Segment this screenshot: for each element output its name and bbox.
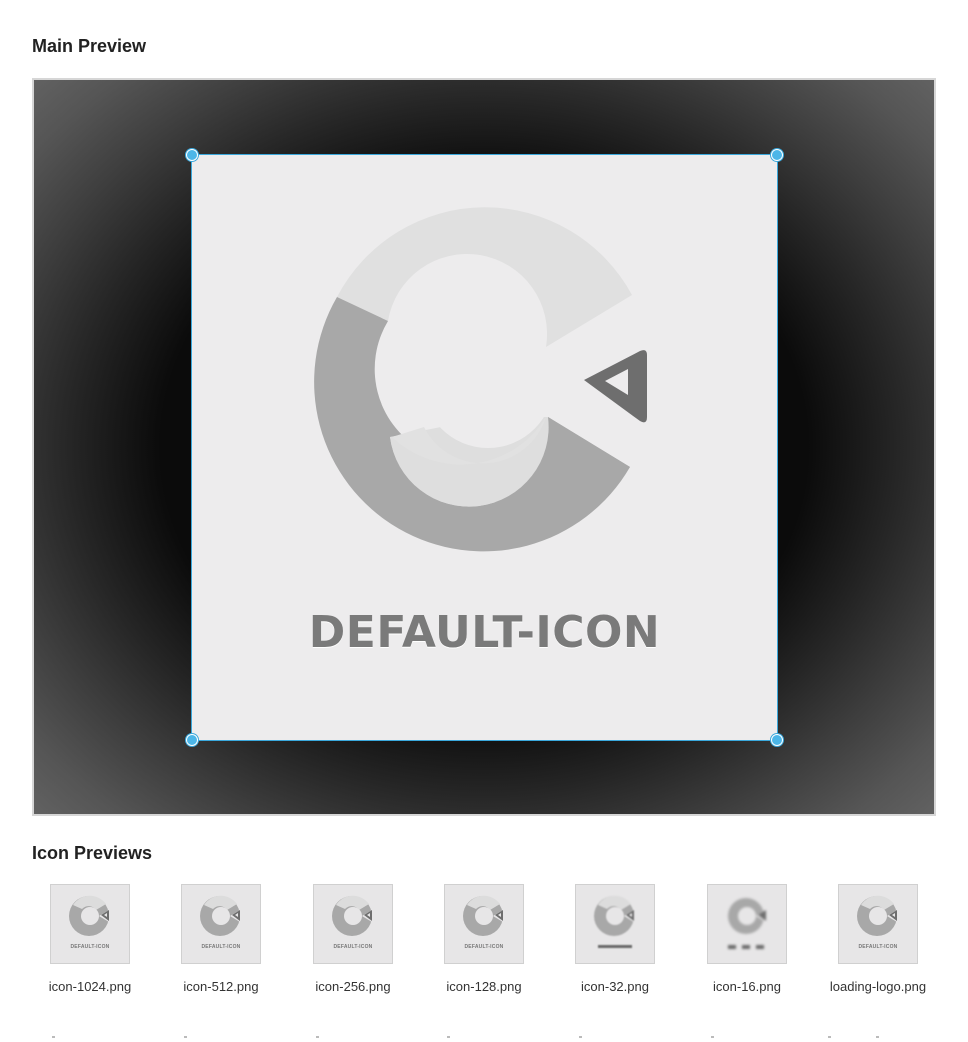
thumb-image: DEFAULT-ICON bbox=[444, 884, 524, 964]
thumb-caption: DEFAULT-ICON bbox=[858, 944, 898, 950]
thumb-image bbox=[707, 884, 787, 964]
thumb-icon-32[interactable]: icon-32.png bbox=[555, 884, 675, 994]
logo-icon bbox=[857, 895, 897, 936]
thumb-filename: icon-512.png bbox=[183, 979, 259, 994]
logo-icon bbox=[594, 895, 634, 948]
crop-handle-top-right[interactable] bbox=[771, 149, 783, 161]
thumb-icon-512[interactable]: DEFAULT-ICON icon-512.png bbox=[161, 884, 281, 994]
thumb-icon-256[interactable]: DEFAULT-ICON icon-256.png bbox=[293, 884, 413, 994]
thumb-loading-logo[interactable]: DEFAULT-ICON loading-logo.png bbox=[818, 884, 938, 994]
logo-icon bbox=[463, 895, 503, 936]
thumb-filename: icon-256.png bbox=[315, 979, 391, 994]
crop-handle-bottom-right[interactable] bbox=[771, 734, 783, 746]
thumb-caption: DEFAULT-ICON bbox=[201, 944, 241, 950]
thumb-icon-1024[interactable]: DEFAULT-ICON icon-1024.png bbox=[30, 884, 150, 994]
thumb-icon-16[interactable]: icon-16.png bbox=[687, 884, 807, 994]
thumb-caption: DEFAULT-ICON bbox=[464, 944, 504, 950]
thumb-icon-128[interactable]: DEFAULT-ICON icon-128.png bbox=[424, 884, 544, 994]
logo-icon bbox=[728, 898, 766, 949]
crop-box[interactable]: DEFAULT-ICON bbox=[186, 149, 783, 746]
thumb-filename: icon-32.png bbox=[581, 979, 649, 994]
crop-handle-top-left[interactable] bbox=[186, 149, 198, 161]
logo-icon bbox=[69, 895, 109, 936]
thumb-image: DEFAULT-ICON bbox=[838, 884, 918, 964]
logo-icon bbox=[332, 895, 372, 936]
thumb-image bbox=[575, 884, 655, 964]
logo-text: DEFAULT-ICON bbox=[308, 607, 661, 658]
thumb-caption: DEFAULT-ICON bbox=[333, 944, 373, 950]
next-row-cutoff bbox=[0, 1036, 968, 1042]
thumb-filename: icon-1024.png bbox=[48, 979, 132, 994]
thumb-filename: icon-16.png bbox=[713, 979, 781, 994]
logo-icon bbox=[200, 895, 240, 936]
thumb-caption: DEFAULT-ICON bbox=[70, 944, 110, 950]
thumb-filename: loading-logo.png bbox=[829, 979, 927, 994]
thumb-image: DEFAULT-ICON bbox=[313, 884, 393, 964]
main-preview-title: Main Preview bbox=[32, 36, 147, 56]
thumb-image: DEFAULT-ICON bbox=[181, 884, 261, 964]
thumb-filename: icon-128.png bbox=[446, 979, 522, 994]
crop-handle-bottom-left[interactable] bbox=[186, 734, 198, 746]
thumb-image: DEFAULT-ICON bbox=[50, 884, 130, 964]
main-preview-canvas[interactable]: DEFAULT-ICON bbox=[32, 78, 936, 816]
icon-previews-title: Icon Previews bbox=[32, 843, 153, 863]
